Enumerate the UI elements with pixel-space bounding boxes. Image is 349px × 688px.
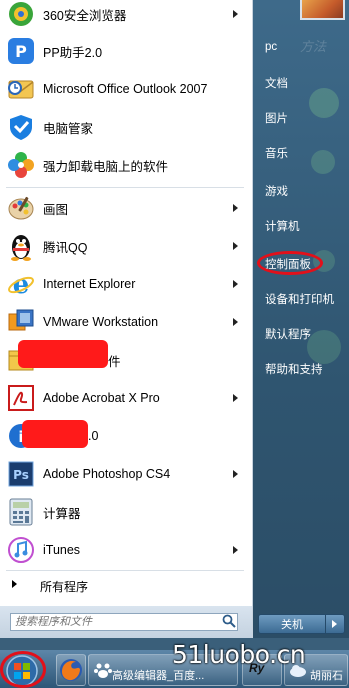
taskbar-item-label: 胡丽石 — [310, 670, 343, 682]
svg-text:P: P — [15, 42, 27, 61]
program-item-qq[interactable]: 腾讯QQ — [0, 228, 248, 264]
places-item-games[interactable]: 游戏 — [265, 183, 288, 199]
places-item-music[interactable]: 音乐 — [265, 145, 288, 161]
faded-background-text: 方法 — [300, 39, 327, 54]
itunes-icon — [6, 535, 36, 565]
places-item-computer[interactable]: 计算机 — [265, 218, 300, 234]
submenu-arrow-icon — [233, 394, 238, 402]
program-label: 画图 — [43, 202, 69, 217]
program-item-outlook[interactable]: Microsoft Office Outlook 2007 — [0, 71, 248, 107]
program-item-calculator[interactable]: 计算器 — [0, 494, 248, 530]
submenu-arrow-icon — [233, 546, 238, 554]
submenu-arrow-icon — [233, 470, 238, 478]
calculator-icon — [6, 497, 36, 527]
program-label: Microsoft Office Outlook 2007 — [43, 82, 208, 96]
submenu-arrow-icon — [233, 204, 238, 212]
background-bokeh — [309, 88, 339, 118]
search-box — [0, 606, 252, 638]
places-item-pictures[interactable]: 图片 — [265, 110, 288, 126]
all-programs-label: 所有程序 — [40, 580, 89, 594]
svg-text:e: e — [13, 270, 30, 299]
acrobat-icon — [6, 383, 36, 413]
all-programs-separator — [6, 570, 244, 571]
program-label: 强力卸载电脑上的软件 — [43, 159, 169, 174]
photoshop-icon: Ps — [6, 459, 36, 489]
shutdown-button[interactable]: 关机 — [258, 614, 326, 634]
program-item-photoshop[interactable]: Ps Adobe Photoshop CS4 — [0, 456, 248, 492]
redaction-mark — [18, 340, 108, 368]
firefox-icon — [60, 659, 82, 681]
program-item-redacted-2[interactable]: i .0 — [0, 418, 248, 454]
shutdown-options-arrow-icon[interactable] — [325, 614, 345, 634]
program-item-paint[interactable]: 画图 — [0, 190, 248, 226]
submenu-arrow-icon — [233, 280, 238, 288]
redaction-mark — [22, 420, 88, 448]
program-item-vmware[interactable]: VMware Workstation — [0, 304, 248, 340]
submenu-arrow-icon — [233, 318, 238, 326]
paint-palette-icon — [6, 193, 36, 223]
program-item-uninstaller[interactable]: 强力卸载电脑上的软件 — [0, 147, 248, 183]
user-avatar[interactable] — [300, 0, 345, 20]
program-label: 360安全浏览器 — [43, 8, 127, 23]
browser-360-icon — [6, 0, 36, 29]
start-orb-highlight-circle — [0, 651, 46, 688]
uninstaller-flower-icon — [6, 150, 36, 180]
all-programs-button[interactable]: 所有程序 — [0, 572, 248, 598]
taskbar-firefox[interactable] — [56, 654, 86, 686]
vmware-icon — [6, 307, 36, 337]
program-item-itunes[interactable]: iTunes — [0, 532, 248, 568]
background-bokeh — [307, 330, 341, 364]
program-label: iTunes — [43, 543, 81, 557]
places-pane — [253, 0, 349, 638]
places-item-default-programs[interactable]: 默认程序 — [265, 326, 311, 342]
programs-pane: 360安全浏览器 P PP助手2.0 Microsoft Office Outl… — [0, 0, 253, 638]
qq-penguin-icon — [6, 231, 36, 261]
search-icon[interactable] — [222, 614, 236, 628]
places-item-documents[interactable]: 文档 — [265, 75, 288, 91]
program-item-internet-explorer[interactable]: e Internet Explorer — [0, 266, 248, 302]
pc-manager-shield-icon — [6, 112, 36, 142]
program-label: 腾讯QQ — [43, 240, 88, 255]
submenu-arrow-icon — [233, 242, 238, 250]
svg-text:Ps: Ps — [13, 468, 29, 482]
baidu-paw-icon — [94, 663, 112, 678]
internet-explorer-icon: e — [6, 269, 36, 299]
pp-assistant-icon: P — [6, 36, 36, 66]
pinned-separator — [6, 187, 244, 188]
submenu-arrow-icon — [233, 10, 238, 18]
program-label: 件 — [108, 354, 121, 369]
places-item-user[interactable]: pc — [265, 41, 277, 53]
taskbar-item-label: 高级编辑器_百度... — [112, 670, 205, 682]
places-item-devices-printers[interactable]: 设备和打印机 — [265, 291, 334, 307]
program-label: PP助手2.0 — [43, 45, 103, 60]
program-item-pp-assistant[interactable]: P PP助手2.0 — [0, 33, 248, 69]
program-label: 计算器 — [43, 506, 81, 521]
program-item-pc-manager[interactable]: 电脑管家 — [0, 109, 248, 145]
program-label: Adobe Photoshop CS4 — [43, 467, 171, 481]
outlook-icon — [6, 74, 36, 104]
program-label: Internet Explorer — [43, 277, 136, 291]
program-item-360-browser[interactable]: 360安全浏览器 — [0, 0, 248, 32]
program-label: 电脑管家 — [43, 121, 94, 136]
control-panel-highlight-circle — [257, 251, 323, 275]
program-label: VMware Workstation — [43, 315, 159, 329]
places-item-help-support[interactable]: 帮助和支持 — [265, 361, 323, 377]
search-input[interactable] — [10, 613, 238, 631]
program-label: .0 — [88, 429, 99, 443]
background-bokeh — [311, 150, 335, 174]
expand-triangle-icon — [12, 580, 17, 588]
program-item-redacted-1[interactable]: 件 — [0, 340, 248, 378]
program-item-acrobat[interactable]: Adobe Acrobat X Pro — [0, 380, 248, 416]
site-watermark: 51luobo.cn — [172, 640, 306, 669]
program-label: Adobe Acrobat X Pro — [43, 391, 160, 405]
